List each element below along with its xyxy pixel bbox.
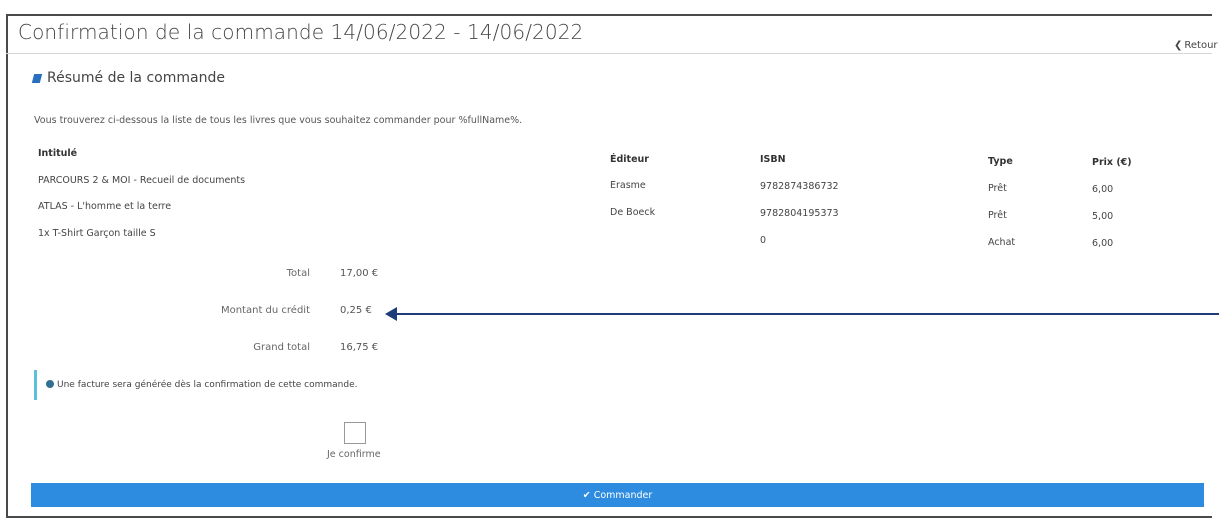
page-frame — [6, 14, 1212, 518]
column-header-title: Intitulé — [38, 148, 78, 159]
back-link[interactable]: ❮ Retour — [1174, 40, 1218, 51]
check-icon: ✔ — [582, 489, 591, 501]
item-isbn: 9782804195373 — [760, 208, 839, 219]
grand-total-label: Grand total — [253, 342, 310, 353]
item-isbn: 0 — [760, 235, 767, 246]
confirm-checkbox[interactable] — [344, 422, 366, 444]
item-type: Achat — [988, 237, 1016, 248]
summary-heading: Résumé de la commande — [31, 70, 225, 86]
grand-total-value: 16,75 € — [340, 342, 379, 353]
column-header-type: Type — [988, 156, 1013, 167]
info-circle-icon — [46, 380, 54, 388]
annotation-arrow-line — [395, 313, 1219, 315]
item-title: 1x T-Shirt Garçon taille S — [38, 228, 156, 239]
arrow-left-icon — [385, 307, 397, 321]
confirm-label: Je confirme — [327, 449, 381, 460]
item-type: Prêt — [988, 210, 1007, 221]
chevron-left-icon: ❮ — [1174, 40, 1183, 51]
column-header-price: Prix (€) — [1092, 157, 1132, 168]
info-text: Une facture sera générée dès la confirma… — [57, 380, 358, 390]
summary-heading-text: Résumé de la commande — [47, 70, 225, 86]
item-title: PARCOURS 2 & MOI - Recueil de documents — [38, 175, 246, 186]
item-type: Prêt — [988, 183, 1007, 194]
item-title: ATLAS - L'homme et la terre — [38, 201, 172, 212]
item-price: 5,00 — [1092, 211, 1114, 222]
column-header-publisher: Éditeur — [610, 154, 649, 165]
page-title: Confirmation de la commande 14/06/2022 -… — [18, 20, 584, 44]
item-publisher: De Boeck — [610, 207, 656, 218]
intro-text: Vous trouverez ci-dessous la liste de to… — [34, 115, 523, 126]
book-icon — [31, 74, 43, 83]
total-label: Total — [286, 268, 310, 279]
credit-value: 0,25 € — [340, 305, 372, 316]
total-value: 17,00 € — [340, 268, 379, 279]
credit-label: Montant du crédit — [220, 305, 310, 316]
item-publisher: Erasme — [610, 180, 646, 191]
column-header-isbn: ISBN — [760, 154, 786, 165]
item-price: 6,00 — [1092, 184, 1114, 195]
order-button[interactable]: ✔ Commander — [31, 483, 1204, 507]
order-button-label: Commander — [593, 489, 653, 501]
back-label: Retour — [1184, 40, 1218, 51]
item-isbn: 9782874386732 — [760, 181, 839, 192]
item-price: 6,00 — [1092, 238, 1114, 249]
info-message: Une facture sera générée dès la confirma… — [46, 380, 358, 390]
